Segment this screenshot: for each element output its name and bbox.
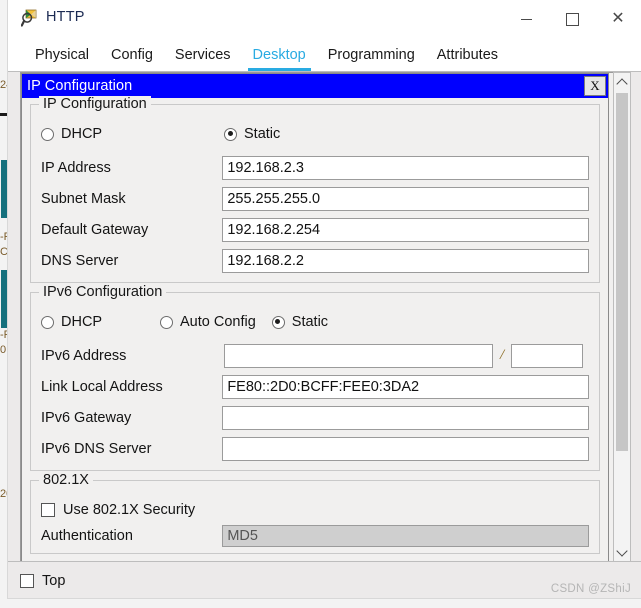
radio-unchecked-icon (41, 127, 54, 141)
ipv6-address-label: IPv6 Address (41, 347, 127, 364)
ipv6-mode-static[interactable]: Static (271, 314, 329, 330)
vertical-scrollbar[interactable] (613, 72, 631, 562)
ipv4-mode-dhcp[interactable]: DHCP (41, 126, 224, 142)
dns-server-row: DNS Server 192.168.2.2 (41, 245, 589, 276)
ip-configuration-close-button[interactable]: X (584, 76, 606, 96)
window-title: HTTP (46, 9, 85, 25)
maximize-icon (565, 12, 579, 26)
tab-config[interactable]: Config (100, 47, 164, 71)
ip-address-row: IP Address 192.168.2.3 (41, 152, 589, 183)
ipv6-dns-server-label: IPv6 DNS Server (41, 440, 152, 457)
tab-programming[interactable]: Programming (317, 47, 426, 71)
ipv6-gateway-row: IPv6 Gateway (41, 402, 589, 433)
link-local-address-input[interactable]: FE80::2D0:BCFF:FEE0:3DA2 (222, 374, 589, 399)
ip-configuration-title: IP Configuration (27, 78, 133, 94)
checkbox-unchecked-icon (20, 574, 34, 588)
default-gateway-row: Default Gateway 192.168.2.254 (41, 214, 589, 245)
ipv6-prefix-separator: / (500, 347, 505, 363)
ip-configuration-titlebar: IP Configuration X (22, 74, 608, 98)
ip-address-label: IP Address (41, 159, 111, 176)
window-titlebar: HTTP ✕ (8, 0, 641, 38)
ipv4-group: IP Configuration DHCP Static IP Address … (30, 96, 600, 283)
ipv6-mode-dhcp[interactable]: DHCP (41, 314, 160, 330)
ipv6-mode-dhcp-label: DHCP (61, 314, 103, 330)
top-checkbox-row[interactable]: Top (20, 568, 65, 594)
ip-configuration-scroll-area[interactable]: IP Configuration X IP Configuration DHCP (20, 72, 627, 562)
ipv4-mode-dhcp-label: DHCP (61, 126, 103, 142)
minimize-button[interactable] (503, 0, 549, 38)
device-window: HTTP ✕ Physical Config Services Desktop … (8, 0, 641, 598)
dns-server-input[interactable]: 192.168.2.2 (222, 248, 589, 273)
watermark-text: CSDN @ZShiJ (550, 583, 631, 595)
ipv6-mode-auto-config[interactable]: Auto Config (160, 314, 256, 330)
default-gateway-input[interactable]: 192.168.2.254 (222, 217, 589, 242)
ip-address-input[interactable]: 192.168.2.3 (222, 155, 589, 180)
close-icon: ✕ (611, 10, 625, 27)
maximize-button[interactable] (549, 0, 595, 38)
subnet-mask-row: Subnet Mask 255.255.255.0 (41, 183, 589, 214)
radio-unchecked-icon (41, 315, 54, 329)
minimize-icon (520, 18, 532, 20)
link-local-address-row: Link Local Address FE80::2D0:BCFF:FEE0:3… (41, 371, 589, 402)
ip-configuration-body: IP Configuration DHCP Static IP Address … (22, 96, 608, 561)
ipv6-group: IPv6 Configuration DHCP Auto Config Stat… (30, 284, 600, 471)
ipv6-prefix-input[interactable] (511, 343, 584, 368)
chevron-down-icon (616, 544, 628, 557)
checkbox-unchecked-icon (41, 503, 55, 517)
ipv6-address-input[interactable] (224, 343, 493, 368)
close-button[interactable]: ✕ (595, 0, 641, 38)
authentication-combo[interactable]: MD5 (222, 525, 589, 547)
authentication-row: Authentication MD5 (41, 523, 589, 549)
use-dot1x-security-label: Use 802.1X Security (63, 502, 196, 518)
ipv4-mode-static-label: Static (244, 126, 281, 142)
tab-bar: Physical Config Services Desktop Program… (8, 38, 641, 71)
screenshot-root: 24 -F CI -F 0 20 HTTP ✕ Physical Config … (0, 0, 641, 608)
tab-physical[interactable]: Physical (24, 47, 100, 71)
chevron-up-icon (616, 77, 628, 90)
dns-server-label: DNS Server (41, 252, 119, 269)
radio-checked-icon (271, 315, 285, 329)
packet-tracer-magnifier-icon (20, 9, 40, 28)
ipv4-mode-row: DHCP Static (41, 121, 589, 147)
ipv6-dns-server-input[interactable] (222, 436, 589, 461)
subnet-mask-label: Subnet Mask (41, 190, 126, 207)
scroll-up-button[interactable] (614, 73, 630, 91)
ipv6-mode-row: DHCP Auto Config Static (41, 309, 589, 335)
default-gateway-label: Default Gateway (41, 221, 149, 238)
ip-configuration-dialog: IP Configuration X IP Configuration DHCP (21, 73, 609, 561)
dot1x-group-title: 802.1X (39, 472, 93, 488)
scrollbar-thumb[interactable] (616, 93, 628, 451)
ipv6-group-title: IPv6 Configuration (39, 284, 167, 300)
window-controls: ✕ (503, 0, 641, 38)
top-checkbox-label: Top (42, 573, 66, 589)
ipv6-gateway-input[interactable] (222, 405, 589, 430)
authentication-label: Authentication (41, 528, 133, 544)
background-device-bar-2 (1, 270, 8, 328)
tab-attributes[interactable]: Attributes (426, 47, 509, 71)
scroll-down-button[interactable] (614, 543, 630, 561)
ipv6-mode-static-label: Static (291, 314, 329, 330)
dot1x-group: 802.1X Use 802.1X Security Authenticatio… (30, 472, 600, 554)
subnet-mask-input[interactable]: 255.255.255.0 (222, 186, 589, 211)
ipv6-mode-auto-config-label: Auto Config (180, 314, 256, 330)
radio-unchecked-icon (160, 315, 173, 329)
window-footer: Top CSDN @ZShiJ (8, 561, 641, 598)
radio-checked-icon (224, 127, 237, 141)
ipv4-mode-static[interactable]: Static (224, 126, 280, 142)
link-local-address-label: Link Local Address (41, 378, 163, 395)
ipv4-group-title: IP Configuration (39, 96, 151, 112)
ipv6-address-row: IPv6 Address / (41, 340, 589, 371)
ipv6-dns-server-row: IPv6 DNS Server (41, 433, 589, 464)
background-text-fragment: 0 (0, 344, 7, 356)
desktop-content-area: IP Configuration X IP Configuration DHCP (8, 71, 641, 598)
tab-services[interactable]: Services (164, 47, 242, 71)
tab-desktop[interactable]: Desktop (242, 47, 317, 71)
use-dot1x-security-row[interactable]: Use 802.1X Security (41, 497, 589, 523)
background-device-bar-1 (1, 160, 8, 218)
ipv6-gateway-label: IPv6 Gateway (41, 409, 132, 426)
